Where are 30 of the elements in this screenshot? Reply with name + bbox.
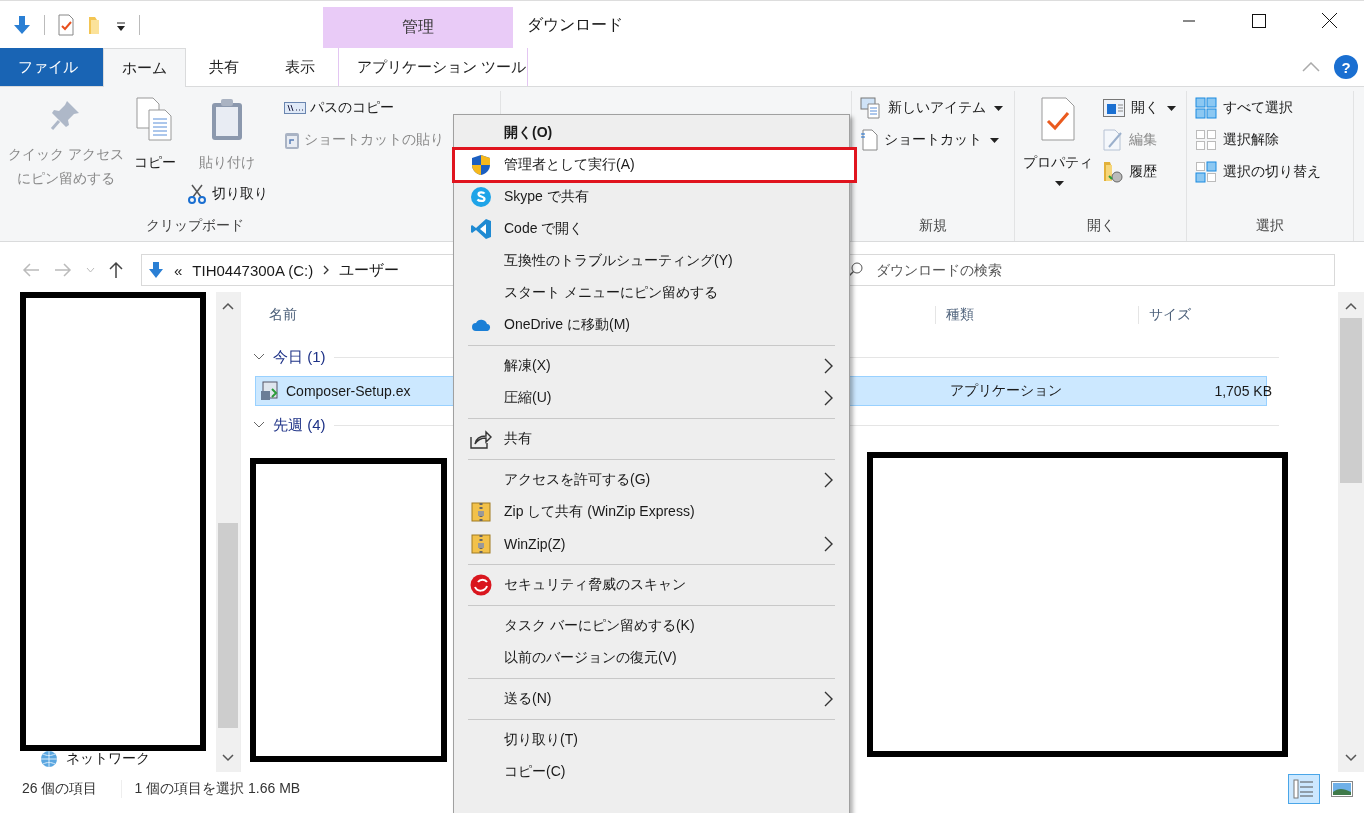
- menu-item-label: タスク バーにピン留めする(K): [504, 617, 695, 635]
- menu-item-label: 開く(O): [504, 124, 553, 142]
- menu-item-label: コピー(C): [504, 763, 566, 781]
- window-title: ダウンロード: [526, 15, 623, 35]
- menu-item-label: Skype で共有: [504, 188, 589, 206]
- menu-item-label: アクセスを許可する(G): [504, 471, 651, 489]
- file-size: 1,705 KB: [1213, 383, 1273, 399]
- menu-item-label: 切り取り(T): [504, 731, 578, 749]
- menu-item-label: 互換性のトラブルシューティング(Y): [504, 252, 733, 270]
- menu-item-label: Code で開く: [504, 220, 584, 238]
- ribbon-group-label: 新規: [919, 217, 947, 235]
- menu-item-label: Zip して共有 (WinZip Express): [504, 503, 695, 521]
- menu-item-label: 送る(N): [504, 690, 552, 708]
- menu-item-label: OneDrive に移動(M): [504, 316, 630, 334]
- context-tab-header: 管理: [323, 7, 513, 48]
- menu-item-label: 以前のバージョンの復元(V): [504, 649, 677, 667]
- ribbon-group-label: 選択: [1256, 217, 1284, 235]
- menu-item-label: セキュリティ脅威のスキャン: [504, 576, 686, 594]
- file-type: アプリケーション: [949, 382, 1063, 400]
- selection-info: 1 個の項目を選択 1.66 MB: [134, 779, 301, 798]
- ribbon-group-label: 開く: [1086, 217, 1115, 235]
- file-name: Composer-Setup.ex: [286, 383, 411, 399]
- item-count: 26 個の項目: [22, 779, 98, 798]
- menu-item-label: 管理者として実行(A): [504, 156, 635, 174]
- menu-item-label: 共有: [504, 430, 532, 448]
- ribbon-group-label: クリップボード: [146, 217, 244, 235]
- menu-item-label: 圧縮(U): [504, 389, 552, 407]
- menu-item-label: スタート メニューにピン留めする: [504, 284, 718, 302]
- menu-item-label: 解凍(X): [504, 357, 551, 375]
- menu-item-label: WinZip(Z): [504, 536, 566, 552]
